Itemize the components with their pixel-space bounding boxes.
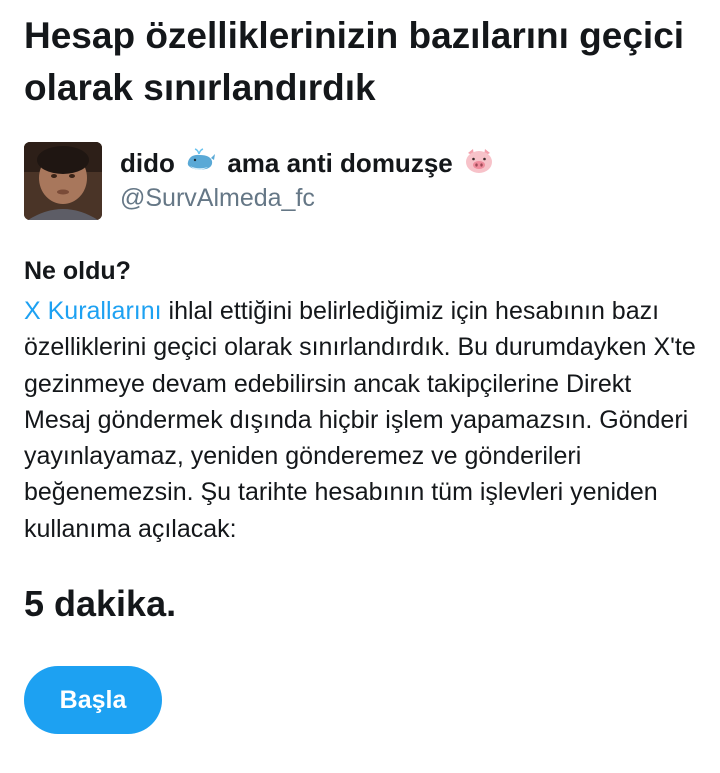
- display-name: dido ama anti domuzşe: [120, 146, 498, 183]
- restriction-notice-page: Hesap özelliklerinizin bazılarını geçici…: [0, 0, 720, 773]
- page-title: Hesap özelliklerinizin bazılarını geçici…: [24, 15, 685, 108]
- whale-emoji-icon: [186, 148, 216, 182]
- section-heading: Ne oldu?: [24, 257, 131, 285]
- account-card: dido ama anti domuzşe @SurvAlmeda_fc: [24, 142, 704, 222]
- display-name-part2: ama anti domuzşe: [227, 148, 453, 178]
- restriction-duration: 5 dakika.: [24, 583, 177, 624]
- x-rules-link[interactable]: X Kurallarını: [24, 297, 162, 325]
- pig-face-icon: [464, 147, 494, 183]
- explanation-body: ihlal ettiğini belirlediğimiz için hesab…: [24, 297, 696, 543]
- account-handle: @SurvAlmeda_fc: [120, 184, 315, 212]
- avatar: [24, 142, 102, 220]
- display-name-part1: dido: [120, 148, 175, 178]
- start-button[interactable]: Başla: [24, 666, 162, 734]
- explanation-text: X Kurallarını ihlal ettiğini belirlediği…: [24, 293, 704, 547]
